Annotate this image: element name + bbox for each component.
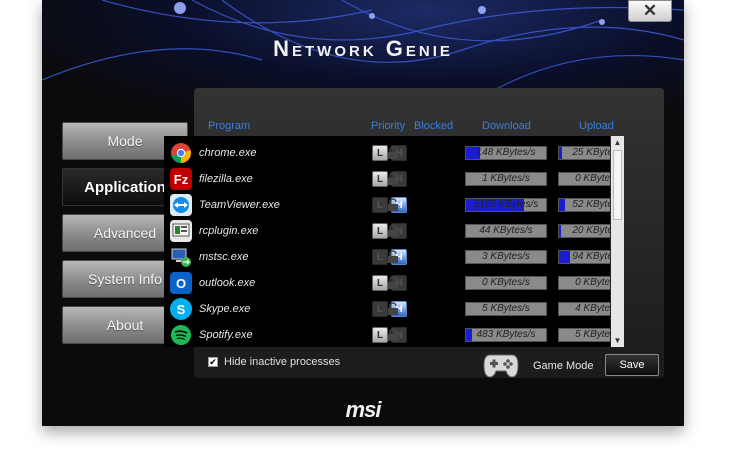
upload-rate: 5 KBytes/s [575, 329, 610, 340]
mstsc-icon [170, 246, 192, 268]
download-meter: 5 KBytes/s [465, 302, 547, 316]
download-meter: 1 KBytes/s [465, 172, 547, 186]
lock-icon[interactable] [386, 276, 400, 290]
upload-rate: 4 KBytes/s [575, 303, 610, 314]
process-row[interactable]: rcplugin.exe L H 44 KBytes/s 20 KBytes/s [164, 218, 610, 244]
lock-icon[interactable] [386, 198, 400, 212]
download-meter: 148 KBytes/s [465, 146, 547, 160]
download-rate: 3 KBytes/s [482, 251, 530, 262]
scroll-down-icon[interactable]: ▼ [611, 334, 624, 347]
hide-inactive-checkbox[interactable]: ✔ [208, 357, 218, 367]
scroll-up-icon[interactable]: ▲ [611, 136, 624, 149]
rcplugin-icon [170, 220, 192, 242]
lock-icon[interactable] [386, 172, 400, 186]
upload-rate: 0 KBytes/s [575, 277, 610, 288]
upload-rate: 20 KBytes/s [572, 225, 610, 236]
process-name: Spotify.exe [199, 329, 253, 341]
outlook-icon: O [170, 272, 192, 294]
download-meter: 483 KBytes/s [465, 328, 547, 342]
filezilla-icon: Fz [170, 168, 192, 190]
game-mode-label: Game Mode [533, 360, 594, 372]
download-rate: 483 KBytes/s [476, 329, 536, 340]
upload-meter: 52 KBytes/s [558, 198, 610, 212]
column-header-priority: Priority [371, 120, 406, 132]
upload-rate: 94 KBytes/s [572, 251, 610, 262]
app-title: Network Genie [273, 36, 453, 61]
lock-icon[interactable] [386, 302, 400, 316]
download-rate: 5 KBytes/s [482, 303, 530, 314]
lock-icon[interactable] [386, 250, 400, 264]
download-rate: 1 KBytes/s [482, 173, 530, 184]
download-rate: 0 KBytes/s [482, 277, 530, 288]
upload-rate: 0 KBytes/s [575, 173, 610, 184]
close-icon: ✕ [642, 1, 658, 20]
spotify-icon [170, 324, 192, 346]
process-row[interactable]: Spotify.exe L H 483 KBytes/s 5 KBytes/s [164, 322, 610, 347]
save-button[interactable]: Save [605, 354, 659, 376]
lock-icon[interactable] [386, 328, 400, 342]
process-name: rcplugin.exe [199, 225, 259, 237]
download-meter: 44 KBytes/s [465, 224, 547, 238]
process-row[interactable]: Fz filezilla.exe L H 1 KBytes/s 0 KBytes… [164, 166, 610, 192]
download-meter: 3 KBytes/s [465, 250, 547, 264]
lock-icon[interactable] [386, 224, 400, 238]
download-rate: 148 KBytes/s [476, 147, 536, 158]
upload-meter: 94 KBytes/s [558, 250, 610, 264]
teamviewer-icon [170, 194, 192, 216]
chrome-icon [170, 142, 192, 164]
process-name: Skype.exe [199, 303, 251, 315]
process-list[interactable]: chrome.exe L H 148 KBytes/s 25 KBytes/s … [164, 136, 610, 347]
download-meter: 5105 KBytes/s [465, 198, 547, 212]
upload-meter: 0 KBytes/s [558, 276, 610, 290]
scrollbar-thumb[interactable] [613, 150, 622, 220]
upload-meter: 25 KBytes/s [558, 146, 610, 160]
close-button[interactable]: ✕ [628, 0, 672, 22]
gamepad-icon[interactable] [482, 351, 520, 379]
column-header-download: Download [482, 120, 531, 132]
upload-rate: 52 KBytes/s [572, 199, 610, 210]
msi-logo: msi [345, 397, 382, 422]
process-row[interactable]: O outlook.exe L H 0 KBytes/s 0 KBytes/s [164, 270, 610, 296]
upload-meter: 4 KBytes/s [558, 302, 610, 316]
process-name: outlook.exe [199, 277, 256, 289]
process-row[interactable]: S Skype.exe L H 5 KBytes/s 4 KBytes/s [164, 296, 610, 322]
upload-rate: 25 KBytes/s [572, 147, 610, 158]
process-name: chrome.exe [199, 147, 257, 159]
lock-icon[interactable] [386, 146, 400, 160]
upload-meter: 20 KBytes/s [558, 224, 610, 238]
download-meter: 0 KBytes/s [465, 276, 547, 290]
process-name: mstsc.exe [199, 251, 249, 263]
upload-meter: 5 KBytes/s [558, 328, 610, 342]
list-scrollbar[interactable]: ▲ ▼ [611, 136, 624, 347]
column-header-blocked: Blocked [414, 120, 454, 132]
process-name: filezilla.exe [199, 173, 253, 185]
column-header-program: Program [208, 120, 251, 132]
hide-inactive-label: Hide inactive processes [224, 356, 341, 368]
skype-icon: S [170, 298, 192, 320]
download-rate: 5105 KBytes/s [473, 199, 539, 210]
process-row[interactable]: mstsc.exe L H 3 KBytes/s 94 KBytes/s [164, 244, 610, 270]
upload-meter: 0 KBytes/s [558, 172, 610, 186]
process-name: TeamViewer.exe [199, 199, 280, 211]
column-header-upload: Upload [579, 120, 614, 132]
process-row[interactable]: TeamViewer.exe L H 5105 KBytes/s 52 KByt… [164, 192, 610, 218]
process-row[interactable]: chrome.exe L H 148 KBytes/s 25 KBytes/s [164, 140, 610, 166]
download-rate: 44 KBytes/s [479, 225, 533, 236]
